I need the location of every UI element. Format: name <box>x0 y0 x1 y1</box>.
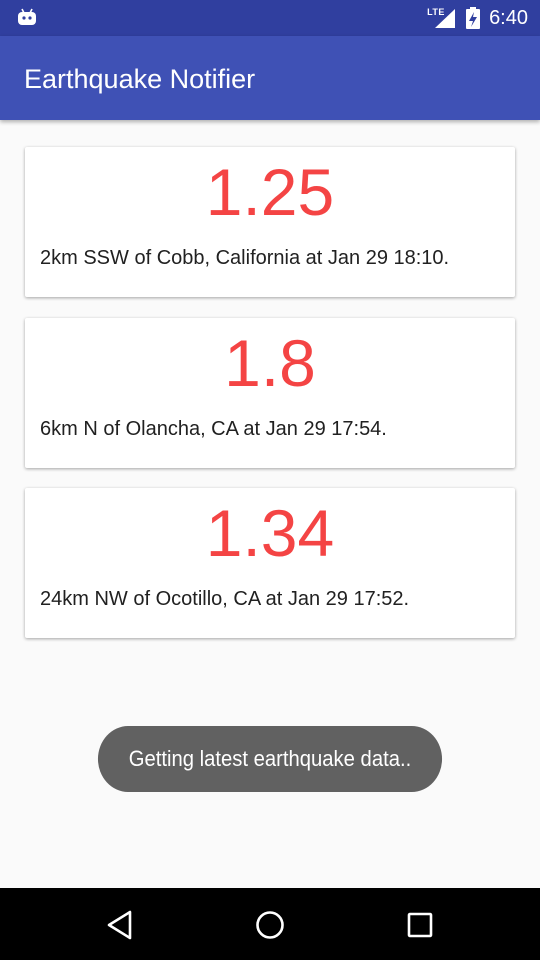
earthquake-card[interactable]: 1.8 6km N of Olancha, CA at Jan 29 17:54… <box>25 318 515 468</box>
navigation-bar <box>0 888 540 960</box>
magnitude-value: 1.8 <box>224 326 316 400</box>
earthquake-card[interactable]: 1.25 2km SSW of Cobb, California at Jan … <box>25 147 515 297</box>
recents-button[interactable] <box>398 903 442 947</box>
toast-text: Getting latest earthquake data.. <box>128 746 412 771</box>
app-bar: Earthquake Notifier <box>0 36 540 120</box>
status-bar: LTE 6:40 <box>0 0 540 36</box>
magnitude-value: 1.25 <box>205 155 335 229</box>
status-time: 6:40 <box>489 6 528 29</box>
back-triangle-icon <box>107 910 132 940</box>
toast-message: Getting latest earthquake data.. <box>97 726 443 792</box>
home-circle-icon <box>256 911 284 939</box>
battery-charging-icon <box>466 7 481 29</box>
earthquake-description: 24km NW of Ocotillo, CA at Jan 29 17:52. <box>40 588 410 610</box>
back-button[interactable] <box>98 903 142 947</box>
android-debug-icon <box>18 8 36 25</box>
home-button[interactable] <box>248 903 292 947</box>
earthquake-description: 2km SSW of Cobb, California at Jan 29 18… <box>40 247 450 269</box>
signal-icon: LTE <box>427 6 457 30</box>
recents-square-icon <box>407 912 433 938</box>
earthquake-description: 6km N of Olancha, CA at Jan 29 17:54. <box>40 418 387 440</box>
earthquake-card[interactable]: 1.34 24km NW of Ocotillo, CA at Jan 29 1… <box>25 488 515 638</box>
app-title: Earthquake Notifier <box>24 64 256 94</box>
magnitude-value: 1.34 <box>205 496 335 570</box>
